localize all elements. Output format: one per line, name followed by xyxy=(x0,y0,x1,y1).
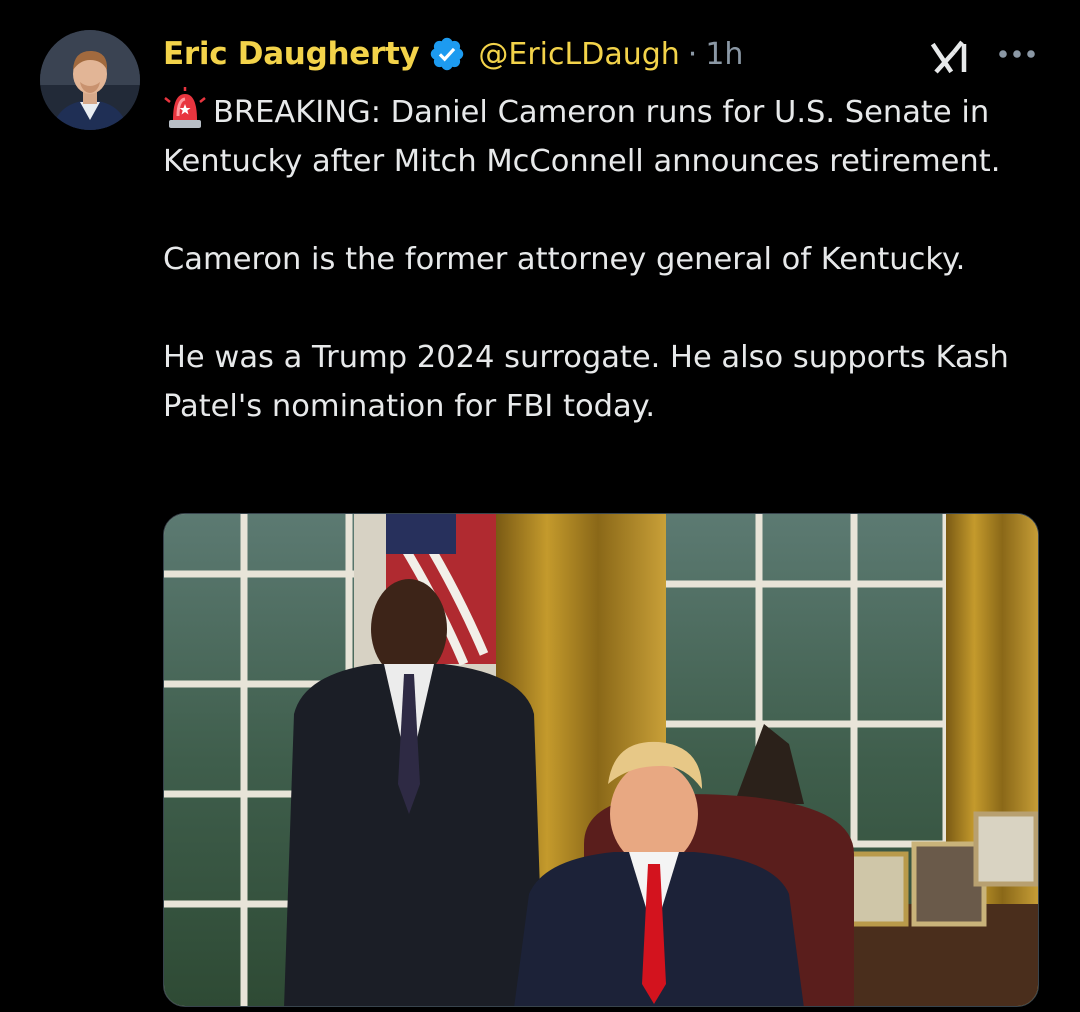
tweet-header: Eric Daugherty @EricLDaugh · 1h xyxy=(163,30,743,78)
author-display-name[interactable]: Eric Daugherty xyxy=(163,36,420,72)
avatar-photo xyxy=(40,30,140,130)
tweet-text-line-1: BREAKING: Daniel Cameron runs for U.S. S… xyxy=(163,95,1001,179)
tweet-paragraph-1: BREAKING: Daniel Cameron runs for U.S. S… xyxy=(163,86,1053,186)
header-separator: · xyxy=(687,36,698,72)
tweet-paragraph-2: Cameron is the former attorney general o… xyxy=(163,235,1053,284)
photo-illustration xyxy=(164,514,1038,1006)
police-light-emoji-icon xyxy=(164,87,206,128)
tweet-text: BREAKING: Daniel Cameron runs for U.S. S… xyxy=(163,86,1053,431)
author-avatar[interactable] xyxy=(40,30,140,130)
tweet[interactable]: Eric Daugherty @EricLDaugh · 1h BREAKING… xyxy=(0,0,1080,1012)
tweet-media-photo[interactable] xyxy=(163,513,1039,1007)
tweet-text-line-2: Cameron is the former attorney general o… xyxy=(163,242,966,277)
tweet-text-line-3: He was a Trump 2024 surrogate. He also s… xyxy=(163,340,1009,424)
grok-icon[interactable] xyxy=(928,38,972,78)
author-handle[interactable]: @EricLDaugh xyxy=(478,37,679,72)
more-options-icon[interactable] xyxy=(998,46,1036,62)
verified-badge-icon[interactable] xyxy=(428,35,466,73)
tweet-paragraph-3: He was a Trump 2024 surrogate. He also s… xyxy=(163,333,1053,431)
tweet-timestamp[interactable]: 1h xyxy=(705,37,743,72)
